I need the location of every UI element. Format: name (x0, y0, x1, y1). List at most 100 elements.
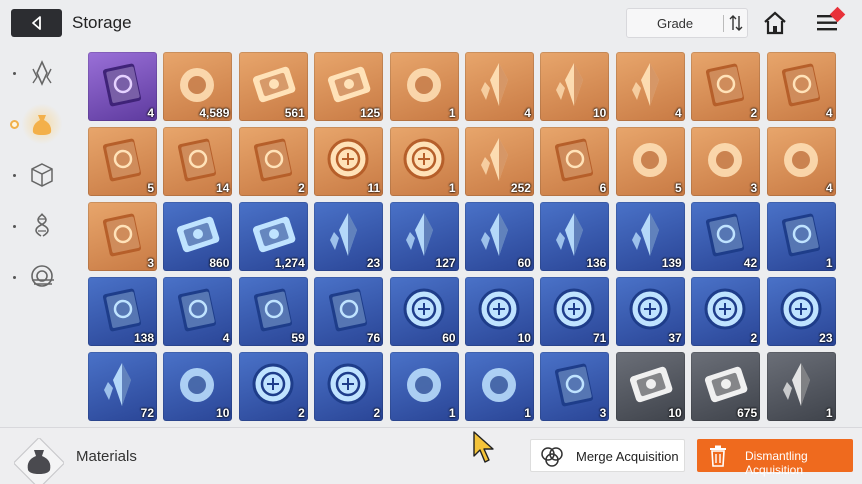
blue-crystal-icon (631, 63, 659, 106)
item-slot[interactable]: 675 (691, 352, 761, 421)
item-quantity: 4 (222, 331, 230, 345)
item-slot[interactable]: 11 (314, 127, 384, 196)
item-slot[interactable]: 4 (163, 277, 233, 346)
item-quantity: 1 (825, 256, 833, 270)
sort-dropdown[interactable]: Grade (626, 8, 748, 38)
item-quantity: 5 (147, 181, 154, 195)
item-slot[interactable]: 1 (389, 352, 459, 421)
item-quantity: 561 (284, 106, 305, 120)
silver-medal-blade-icon (629, 288, 671, 330)
item-quantity: 860 (209, 256, 230, 270)
item-slot[interactable]: 76 (314, 277, 384, 346)
item-quantity: 76 (366, 331, 381, 345)
item-slot[interactable]: 5 (88, 127, 157, 196)
item-slot[interactable]: 37 (615, 277, 685, 346)
item-slot[interactable]: 10 (464, 277, 534, 346)
vortex-icon (31, 265, 54, 287)
teal-crystal-icon (631, 213, 659, 256)
item-quantity: 1 (825, 406, 833, 420)
item-slot[interactable]: 561 (238, 52, 308, 121)
sidebar-item-materials[interactable] (22, 104, 62, 144)
item-slot[interactable]: 125 (314, 52, 384, 121)
item-slot[interactable]: 4 (766, 127, 836, 196)
item-quantity: 138 (133, 331, 154, 345)
item-quantity: 4 (825, 106, 833, 120)
material-bag-icon (12, 436, 66, 484)
merge-acquisition-button[interactable]: Merge Acquisition (530, 439, 685, 472)
item-quantity: 71 (592, 331, 607, 345)
sidebar-item-crystals[interactable] (22, 53, 62, 93)
item-slot[interactable]: 6 (540, 127, 610, 196)
sidebar-item-cubes[interactable] (22, 155, 62, 195)
item-slot[interactable]: 14 (163, 127, 233, 196)
item-quantity: 2 (298, 406, 305, 420)
item-slot[interactable]: 4 (766, 52, 836, 121)
item-slot[interactable]: 1,274 (238, 202, 308, 271)
silver-medal-x-icon (704, 288, 746, 330)
item-slot[interactable]: 23 (314, 202, 384, 271)
item-slot[interactable]: 60 (464, 202, 534, 271)
item-slot[interactable]: 139 (615, 202, 685, 271)
item-slot[interactable]: 252 (464, 127, 534, 196)
silver-medal-eye-icon (553, 288, 595, 330)
item-slot[interactable]: 2 (238, 352, 308, 421)
purple-eye-icon (406, 68, 441, 102)
item-slot[interactable]: 10 (163, 352, 233, 421)
item-slot[interactable]: 4,589 (163, 52, 233, 121)
book-shield-icon (781, 213, 820, 257)
item-slot[interactable]: 1 (389, 127, 459, 196)
gold-feather-icon (480, 63, 508, 106)
item-slot[interactable]: 23 (766, 277, 836, 346)
item-slot[interactable]: 71 (540, 277, 610, 346)
back-button[interactable] (11, 9, 62, 37)
gold-medal-target-icon (403, 138, 445, 180)
book-cross-icon (253, 288, 292, 332)
bag-icon (32, 115, 52, 135)
rail-dot (13, 225, 16, 228)
item-slot[interactable]: 10 (540, 52, 610, 121)
item-slot[interactable]: 136 (540, 202, 610, 271)
item-slot[interactable]: 127 (389, 202, 459, 271)
ice-crystal-icon (104, 363, 131, 406)
item-quantity: 136 (586, 256, 607, 270)
item-slot[interactable]: 138 (88, 277, 157, 346)
item-quantity: 59 (291, 331, 305, 345)
document-stack-icon (708, 143, 743, 177)
silver-medal-target-icon (780, 288, 822, 330)
item-slot[interactable]: 1 (464, 352, 534, 421)
item-slot[interactable]: 3 (88, 202, 157, 271)
item-quantity: 1 (448, 406, 456, 420)
sort-order-icon[interactable] (728, 14, 744, 32)
item-slot[interactable]: 1 (766, 352, 836, 421)
item-slot[interactable]: 59 (238, 277, 308, 346)
item-slot[interactable]: 2 (691, 52, 761, 121)
item-slot[interactable]: 4 (88, 52, 157, 121)
dismantling-acquisition-button[interactable]: Dismantling Acquisition (697, 439, 853, 477)
item-slot[interactable]: 1 (766, 202, 836, 271)
item-quantity: 60 (517, 256, 531, 270)
merge-acquisition-label: Merge Acquisition (576, 449, 679, 464)
sidebar-item-vortex[interactable] (22, 256, 62, 296)
item-slot[interactable]: 4 (615, 52, 685, 121)
item-slot[interactable]: 3 (691, 127, 761, 196)
book-x-icon (706, 63, 745, 107)
home-icon[interactable] (762, 10, 788, 36)
item-slot[interactable]: 2 (691, 277, 761, 346)
item-quantity: 2 (373, 406, 381, 420)
item-slot[interactable]: 2 (314, 352, 384, 421)
item-slot[interactable]: 2 (238, 127, 308, 196)
item-slot[interactable]: 3 (540, 352, 610, 421)
item-slot[interactable]: 4 (464, 52, 534, 121)
item-slot[interactable]: 5 (615, 127, 685, 196)
item-slot[interactable]: 60 (389, 277, 459, 346)
star-badge-icon (327, 363, 369, 405)
item-slot[interactable]: 1 (389, 52, 459, 121)
item-slot[interactable]: 42 (691, 202, 761, 271)
item-slot[interactable]: 860 (163, 202, 233, 271)
sort-label: Grade (657, 16, 694, 31)
item-slot[interactable]: 10 (615, 352, 685, 421)
book-blade-icon (178, 288, 217, 332)
sidebar-item-dna[interactable] (22, 205, 62, 245)
item-quantity: 1,274 (274, 256, 305, 270)
item-slot[interactable]: 72 (88, 352, 157, 421)
